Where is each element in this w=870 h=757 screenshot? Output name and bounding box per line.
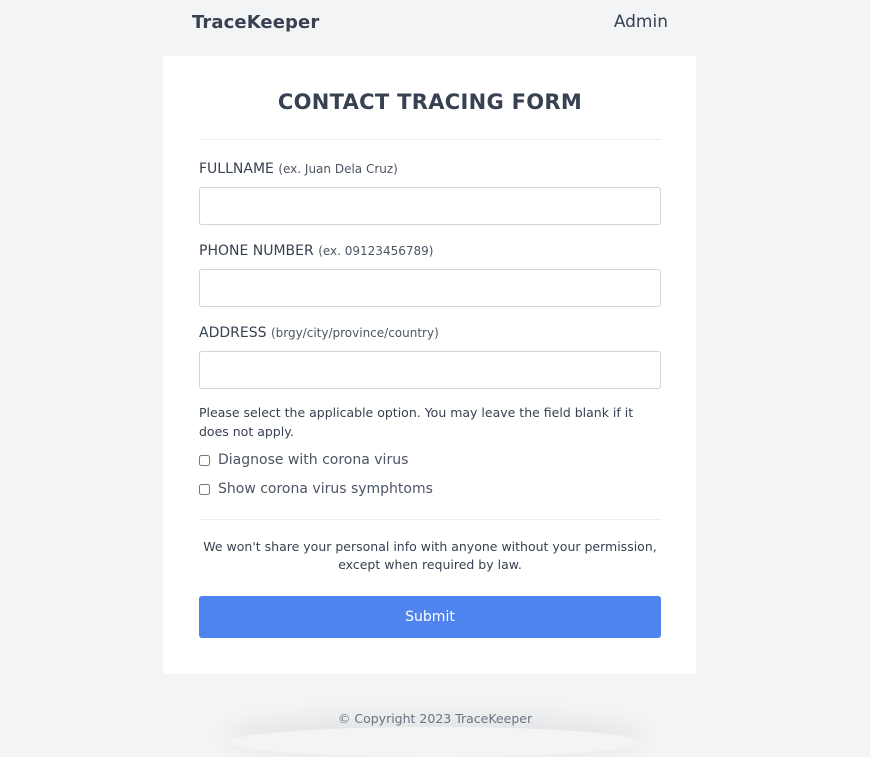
phone-number-label: PHONE NUMBER (ex. 09123456789) <box>199 243 661 259</box>
fullname-label: FULLNAME (ex. Juan Dela Cruz) <box>199 161 661 177</box>
fullname-input[interactable] <box>199 187 661 225</box>
diagnosed-option-label: Diagnose with corona virus <box>218 452 409 468</box>
contact-tracing-form-card: CONTACT TRACING FORM FULLNAME (ex. Juan … <box>163 56 696 674</box>
symptoms-option[interactable]: Show corona virus symphtoms <box>199 481 661 497</box>
address-input[interactable] <box>199 351 661 389</box>
symptoms-option-label: Show corona virus symphtoms <box>218 481 433 497</box>
title-divider <box>199 139 661 140</box>
symptoms-checkbox[interactable] <box>199 483 210 495</box>
options-divider <box>199 519 661 520</box>
diagnosed-checkbox[interactable] <box>199 454 210 466</box>
phone-number-hint: (ex. 09123456789) <box>318 244 434 258</box>
fullname-label-text: FULLNAME <box>199 161 274 177</box>
address-hint: (brgy/city/province/country) <box>270 326 439 340</box>
privacy-note: We won't share your personal info with a… <box>203 539 657 572</box>
submit-button[interactable]: Submit <box>199 596 661 638</box>
brand-logo-text[interactable]: TraceKeeper <box>192 12 319 33</box>
address-label: ADDRESS (brgy/city/province/country) <box>199 325 661 341</box>
footer-shadow <box>230 727 640 757</box>
form-title: CONTACT TRACING FORM <box>277 90 583 114</box>
diagnosed-option[interactable]: Diagnose with corona virus <box>199 452 661 468</box>
options-note: Please select the applicable option. You… <box>199 405 634 439</box>
fullname-hint: (ex. Juan Dela Cruz) <box>278 162 398 176</box>
navbar: TraceKeeper Admin <box>192 0 668 44</box>
phone-number-label-text: PHONE NUMBER <box>199 243 314 259</box>
admin-link[interactable]: Admin <box>614 12 668 32</box>
address-label-text: ADDRESS <box>199 325 267 341</box>
footer-copyright: © Copyright 2023 TraceKeeper <box>337 711 533 726</box>
phone-number-input[interactable] <box>199 269 661 307</box>
